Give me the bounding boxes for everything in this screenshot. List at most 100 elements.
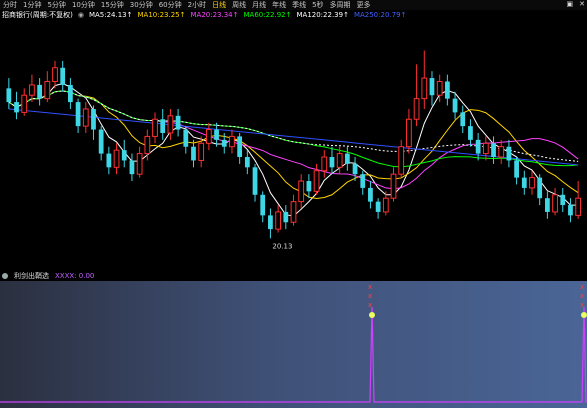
candle-body[interactable]	[560, 194, 566, 206]
period-tab[interactable]: 季线	[292, 0, 306, 10]
candle-body[interactable]	[113, 149, 120, 168]
candle-body[interactable]	[275, 211, 281, 230]
candle-body[interactable]	[144, 135, 151, 155]
candle-body[interactable]	[37, 84, 43, 99]
candle-body[interactable]	[121, 150, 127, 161]
period-tab[interactable]: 分时	[3, 0, 17, 10]
candle-body[interactable]	[198, 142, 205, 161]
indicator-panel[interactable]: xxxxxx	[0, 281, 587, 408]
period-tab[interactable]: 10分钟	[72, 0, 95, 10]
candle-body[interactable]	[221, 139, 227, 147]
candle-body[interactable]	[575, 197, 582, 216]
candle-body[interactable]	[29, 84, 35, 96]
candle-body[interactable]	[91, 108, 96, 130]
candle-body[interactable]	[52, 67, 58, 82]
period-tab[interactable]: 1分钟	[23, 0, 41, 10]
candle-body[interactable]	[313, 170, 320, 192]
candle-body[interactable]	[429, 78, 435, 96]
candle-body[interactable]	[368, 187, 373, 202]
candle-body[interactable]	[152, 118, 158, 137]
candle-body[interactable]	[306, 181, 312, 192]
grid-icon[interactable]: ▣	[567, 0, 574, 8]
candle-body[interactable]	[382, 197, 389, 213]
candle-body[interactable]	[214, 129, 219, 140]
period-tab[interactable]: 15分钟	[101, 0, 124, 10]
candle-body[interactable]	[537, 177, 543, 199]
period-tab[interactable]: 周线	[232, 0, 246, 10]
period-tab[interactable]: 2小时	[188, 0, 206, 10]
candle-body[interactable]	[129, 160, 135, 175]
candle-body[interactable]	[75, 102, 81, 127]
candle-body[interactable]	[260, 194, 266, 216]
candle-body[interactable]	[6, 88, 12, 103]
candle-body[interactable]	[175, 115, 181, 130]
candle-body[interactable]	[398, 146, 405, 175]
candle-body[interactable]	[229, 135, 235, 148]
period-tab[interactable]: 5分钟	[47, 0, 65, 10]
candle-body[interactable]	[375, 201, 381, 212]
candle-body[interactable]	[68, 84, 73, 103]
ma-value: MA250:20.79↑	[353, 11, 407, 19]
signal-marker-icon: x	[580, 283, 584, 291]
candle-body[interactable]	[252, 167, 258, 195]
candle-body[interactable]	[514, 160, 519, 178]
candle-body[interactable]	[290, 201, 297, 223]
period-tab[interactable]: 30分钟	[130, 0, 153, 10]
candle-body[interactable]	[167, 115, 174, 134]
candle-body[interactable]	[482, 142, 489, 155]
candle-body[interactable]	[321, 156, 328, 172]
candle-body[interactable]	[44, 80, 51, 100]
settings-icon[interactable]: ◉	[78, 11, 84, 19]
candle-body[interactable]	[360, 174, 366, 188]
candle-body[interactable]	[82, 108, 89, 127]
candle-body[interactable]	[452, 98, 458, 113]
candle-body[interactable]	[468, 126, 473, 140]
candle-body[interactable]	[491, 143, 496, 158]
candle-body[interactable]	[460, 112, 466, 127]
candle-body[interactable]	[283, 211, 289, 223]
candle-body[interactable]	[205, 129, 212, 144]
candle-body[interactable]	[552, 194, 558, 213]
candle-body[interactable]	[390, 173, 397, 199]
candle-body[interactable]	[106, 153, 112, 168]
candle-body[interactable]	[244, 157, 250, 168]
candle-body[interactable]	[237, 136, 243, 158]
close-icon[interactable]: ✕	[579, 0, 585, 8]
candle-body[interactable]	[529, 177, 535, 189]
candle-body[interactable]	[444, 81, 450, 99]
candle-body[interactable]	[498, 146, 505, 158]
candle-body[interactable]	[406, 118, 412, 148]
candle-body[interactable]	[475, 139, 481, 154]
period-tab[interactable]: 60分钟	[159, 0, 182, 10]
candle-body[interactable]	[421, 77, 428, 100]
period-tab[interactable]: 更多	[357, 0, 371, 10]
period-tab[interactable]: 多周期	[330, 0, 351, 10]
period-tab[interactable]: 月线	[252, 0, 266, 10]
candle-body[interactable]	[191, 146, 196, 161]
candle-body[interactable]	[568, 205, 573, 216]
period-tab[interactable]: 5秒	[312, 0, 323, 10]
candle-body[interactable]	[336, 153, 343, 168]
candle-body[interactable]	[183, 129, 189, 147]
candle-body[interactable]	[521, 177, 527, 188]
candle-body[interactable]	[14, 102, 19, 113]
candlestick-chart[interactable]: 20.13	[0, 20, 587, 270]
candle-body[interactable]	[136, 153, 143, 175]
candle-body[interactable]	[506, 146, 512, 161]
candle-body[interactable]	[544, 198, 550, 212]
period-tab[interactable]: 日线	[212, 0, 226, 10]
signal-marker-icon: x	[368, 283, 372, 291]
candle-body[interactable]	[436, 80, 443, 96]
period-tab[interactable]: 年线	[272, 0, 286, 10]
toggle-dot-icon[interactable]	[2, 272, 8, 279]
candle-body[interactable]	[298, 180, 305, 203]
candle-body[interactable]	[160, 119, 166, 133]
candle-body[interactable]	[344, 153, 350, 164]
candle-body[interactable]	[21, 94, 28, 113]
candle-body[interactable]	[268, 215, 273, 230]
candle-body[interactable]	[98, 129, 104, 154]
candle-body[interactable]	[60, 67, 66, 85]
candle-body[interactable]	[413, 98, 420, 120]
candle-body[interactable]	[329, 157, 335, 168]
candle-body[interactable]	[352, 163, 358, 175]
